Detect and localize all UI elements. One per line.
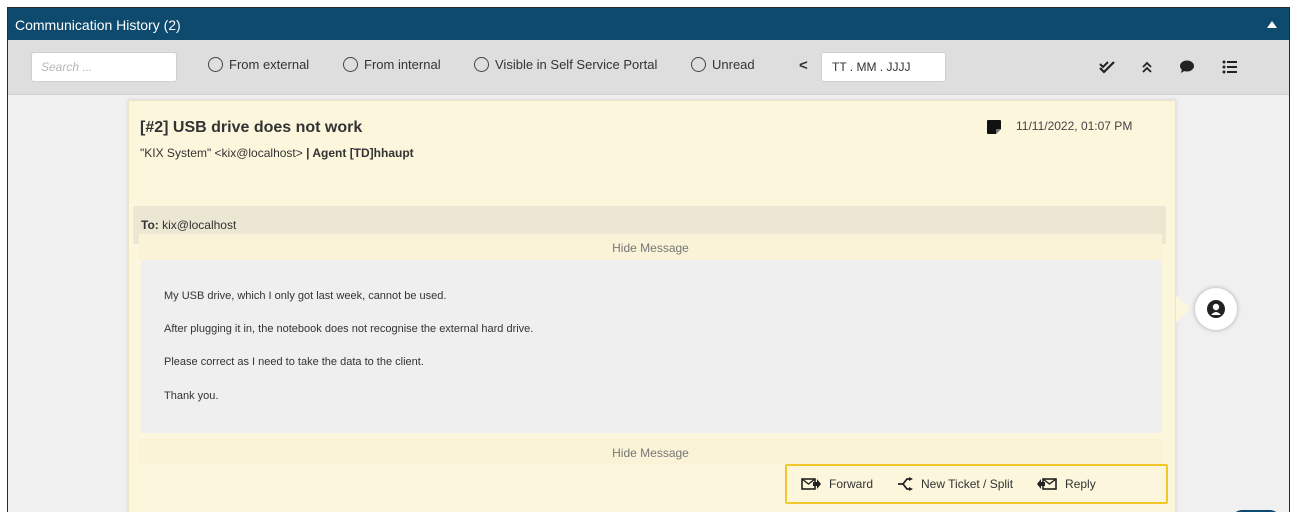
filter-toolbar: From external From internal Visible in S… xyxy=(8,40,1289,95)
forward-label: Forward xyxy=(829,477,874,491)
filter-from-external[interactable]: From external xyxy=(208,57,309,72)
filter-label: Visible in Self Service Portal xyxy=(495,57,658,72)
article-subject: [#2] USB drive does not work xyxy=(140,119,363,136)
forward-button[interactable]: Forward xyxy=(801,477,873,491)
filter-unread[interactable]: Unread xyxy=(691,57,755,72)
article-pointer xyxy=(1176,295,1190,323)
communication-history-panel: Communication History (2) From external … xyxy=(7,7,1290,512)
note-icon[interactable] xyxy=(987,120,1001,139)
radio-circle-icon xyxy=(691,57,706,72)
new-ticket-label: New Ticket / Split xyxy=(921,477,1014,491)
to-value: kix@localhost xyxy=(162,218,237,232)
article-sender: "KIX System" <kix@localhost> | Agent [TD… xyxy=(140,146,414,160)
forward-icon xyxy=(801,478,821,490)
collapse-all-icon[interactable] xyxy=(1136,56,1158,78)
filter-label: From external xyxy=(229,57,310,72)
hide-message-top-button[interactable]: Hide Message xyxy=(139,234,1162,260)
article-card: [#2] USB drive does not work "KIX System… xyxy=(128,100,1176,512)
radio-circle-icon xyxy=(343,57,358,72)
hide-message-bottom-button[interactable]: Hide Message xyxy=(139,439,1162,465)
radio-circle-icon xyxy=(208,57,223,72)
search-input[interactable] xyxy=(31,52,177,82)
list-icon[interactable] xyxy=(1219,56,1241,78)
body-line: My USB drive, which I only got last week… xyxy=(164,290,447,302)
chat-bubble-icon[interactable] xyxy=(1176,56,1198,78)
sender-separator: | xyxy=(302,146,313,160)
article-date: 11/11/2022, 01:07 PM xyxy=(1016,119,1133,133)
body-line: Please correct as I need to take the dat… xyxy=(164,356,424,369)
body-line: After plugging it in, the notebook does … xyxy=(164,323,534,336)
sender-address: "KIX System" <kix@localhost> xyxy=(140,146,303,160)
message-body: My USB drive, which I only got last week… xyxy=(141,260,1162,433)
to-label: To: xyxy=(141,218,159,232)
chevron-left-icon[interactable]: < xyxy=(799,57,808,74)
panel-header: Communication History (2) xyxy=(8,8,1289,40)
date-field[interactable] xyxy=(821,52,946,82)
double-check-icon[interactable] xyxy=(1096,56,1118,78)
panel-title: Communication History (2) xyxy=(15,17,181,33)
filter-label: Unread xyxy=(712,57,755,72)
agent-avatar-icon xyxy=(1207,300,1225,318)
filter-label: From internal xyxy=(364,57,441,72)
reply-button[interactable]: Reply xyxy=(1037,477,1096,491)
split-icon xyxy=(898,477,914,491)
agent-avatar[interactable] xyxy=(1195,288,1237,330)
reply-label: Reply xyxy=(1065,477,1096,491)
new-ticket-split-button[interactable]: New Ticket / Split xyxy=(897,477,1013,491)
body-line: Thank you. xyxy=(164,389,219,402)
reply-icon xyxy=(1037,478,1057,490)
filter-visible-in-portal[interactable]: Visible in Self Service Portal xyxy=(474,57,657,72)
collapse-icon[interactable] xyxy=(1267,21,1277,28)
agent-name: Agent [TD]hhaupt xyxy=(312,146,414,160)
filter-from-internal[interactable]: From internal xyxy=(343,57,441,72)
article-actions: Forward New Ticket / Split Reply xyxy=(785,464,1168,504)
radio-circle-icon xyxy=(474,57,489,72)
